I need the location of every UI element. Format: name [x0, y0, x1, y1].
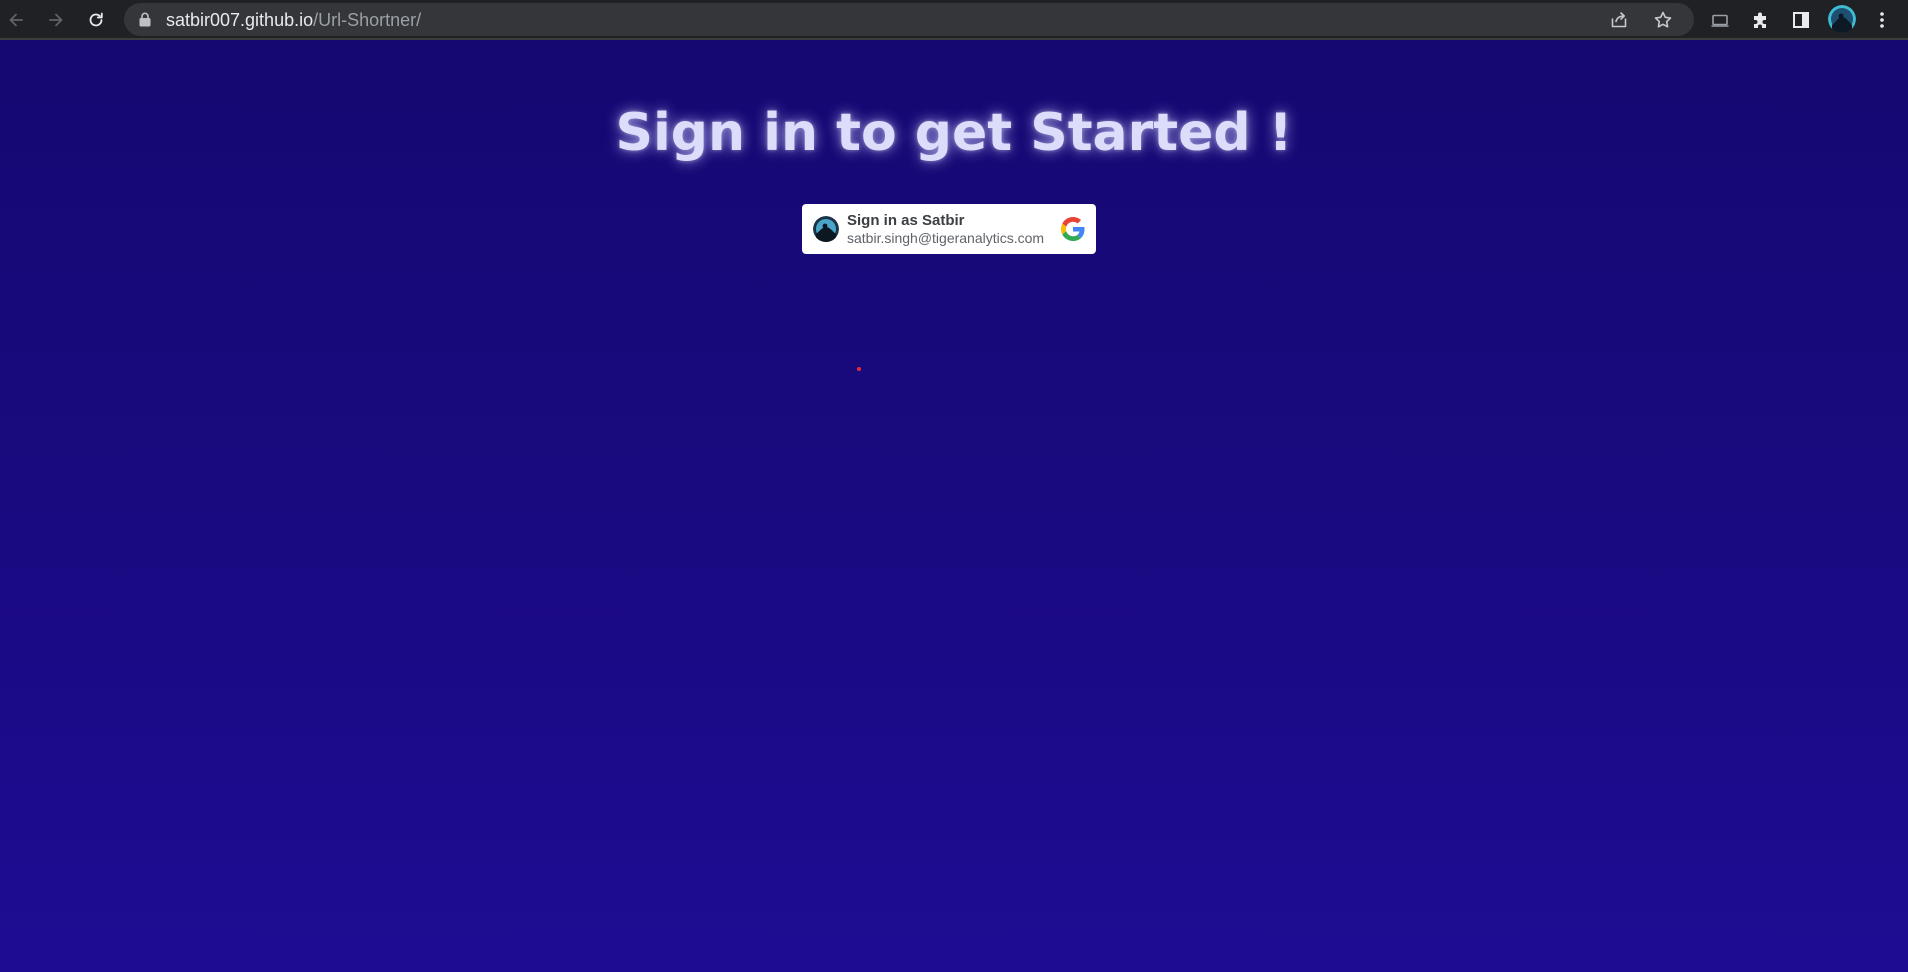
- menu-button[interactable]: [1870, 8, 1894, 32]
- url-path: /Url-Shortner/: [313, 10, 422, 30]
- extensions-button[interactable]: [1749, 8, 1773, 32]
- forward-button[interactable]: [42, 6, 70, 34]
- kebab-menu-icon: [1880, 12, 1884, 28]
- bookmark-button[interactable]: [1652, 9, 1674, 31]
- share-icon: [1611, 12, 1627, 28]
- arrow-left-icon: [9, 13, 23, 27]
- side-panel-icon: [1793, 12, 1809, 28]
- browser-toolbar: satbir007.github.io/Url-Shortner/: [0, 0, 1908, 40]
- side-panel-button[interactable]: [1789, 8, 1813, 32]
- page-title: Sign in to get Started !: [615, 103, 1293, 163]
- cast-icon: [1711, 14, 1729, 27]
- page-content: Sign in to get Started ! Sign in as Satb…: [0, 40, 1908, 972]
- puzzle-icon: [1754, 12, 1766, 28]
- reload-button[interactable]: [82, 6, 110, 34]
- reload-icon: [89, 12, 103, 27]
- sign-in-email: satbir.singh@tigeranalytics.com: [847, 230, 1045, 246]
- sign-in-title: Sign in as Satbir: [847, 212, 965, 229]
- url-text[interactable]: satbir007.github.io/Url-Shortner/: [166, 10, 421, 30]
- cursor-dot: [857, 367, 861, 371]
- share-button[interactable]: [1608, 9, 1630, 31]
- google-logo-icon: [1061, 217, 1085, 241]
- arrow-right-icon: [49, 13, 63, 27]
- google-sign-in-button[interactable]: Sign in as Satbir satbir.singh@tigeranal…: [802, 204, 1096, 254]
- back-button[interactable]: [2, 6, 30, 34]
- user-avatar-image: [813, 216, 839, 242]
- star-icon: [1654, 11, 1672, 28]
- profile-avatar-image: [1828, 5, 1856, 33]
- lock-icon[interactable]: [138, 12, 152, 27]
- cast-button[interactable]: [1708, 8, 1732, 32]
- address-bar[interactable]: satbir007.github.io/Url-Shortner/: [124, 3, 1694, 36]
- avatar: [813, 216, 839, 242]
- avatar[interactable]: [1828, 5, 1856, 33]
- url-host: satbir007.github.io: [166, 10, 314, 30]
